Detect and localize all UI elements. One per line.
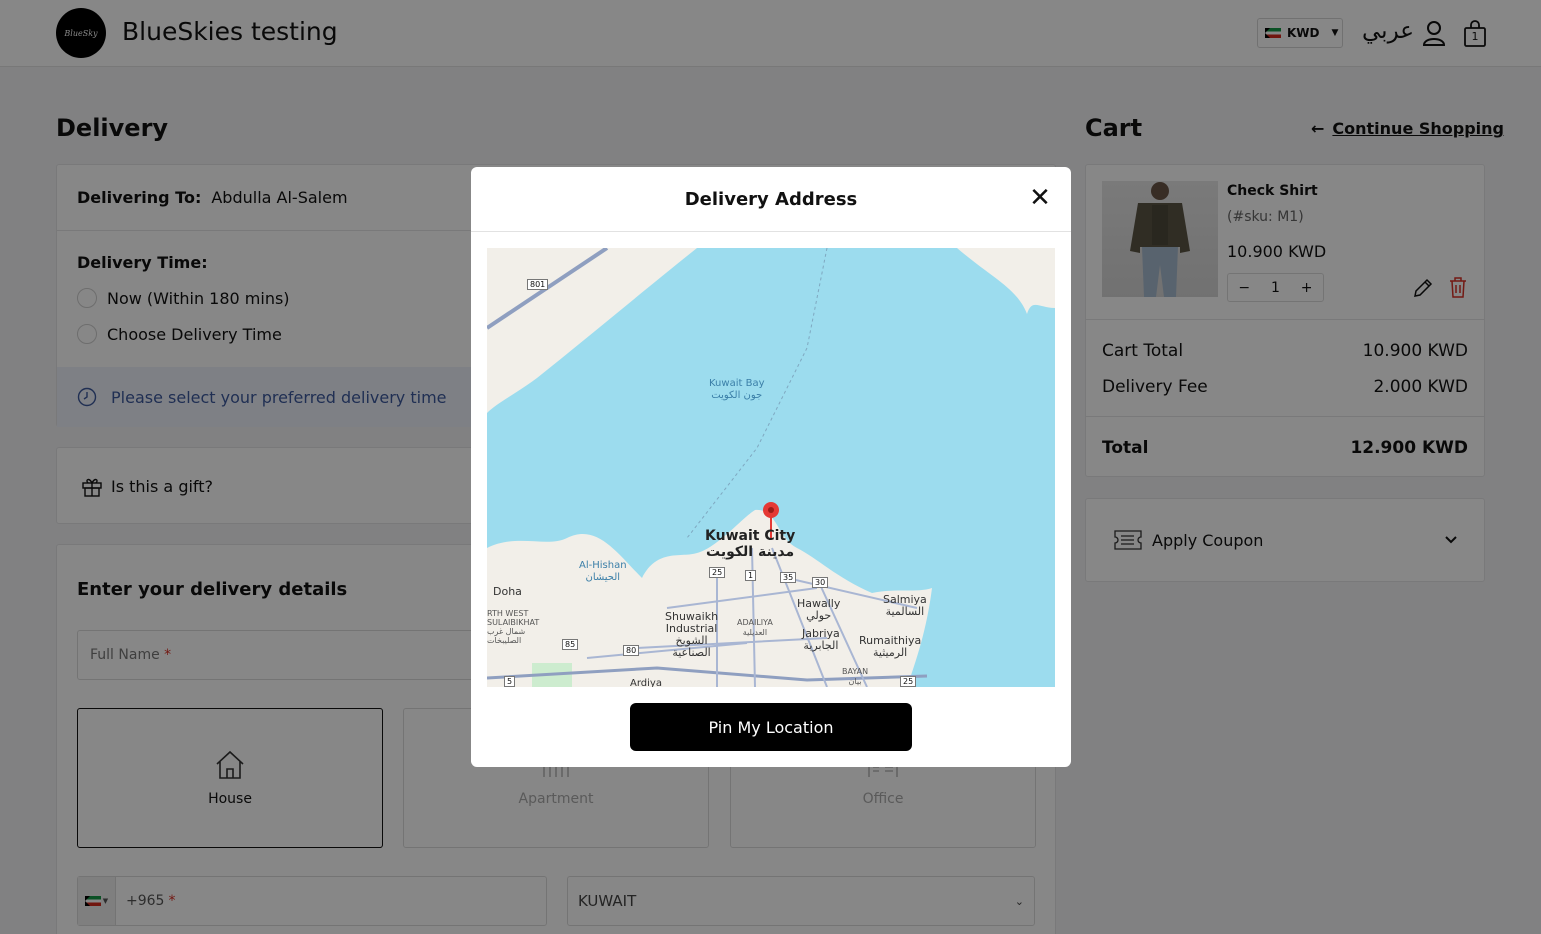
kuwait-city-en: Kuwait City xyxy=(705,528,796,544)
rumaithiya-ar: الرميثية xyxy=(873,646,908,659)
map-label-bayan: BAYAN بيان xyxy=(842,667,868,687)
road-shield-801: 801 xyxy=(527,279,549,290)
adailiya-en: ADAILIYA xyxy=(737,618,773,627)
map-label-hawally: Hawally حولي xyxy=(797,598,840,622)
map-land-north xyxy=(487,248,697,413)
al-hishan-ar: الحيشان xyxy=(585,572,621,583)
al-hishan-en: Al-Hishan xyxy=(579,560,627,571)
road-shield-35: 35 xyxy=(780,572,797,583)
map-label-kuwait-bay: Kuwait Bay جون الكويت xyxy=(709,378,765,402)
north-west-line-1: RTH WEST xyxy=(487,609,529,618)
bayan-ar: بيان xyxy=(848,677,862,686)
north-west-line-2: SULAIBIKHAT xyxy=(487,618,540,627)
bayan-en: BAYAN xyxy=(842,667,869,676)
map-label-ardiya: Ardiya xyxy=(630,678,662,687)
road-shield-5: 5 xyxy=(504,676,516,687)
close-icon[interactable]: ✕ xyxy=(1025,183,1055,213)
kuwait-city-ar: مدينة الكويت xyxy=(706,544,795,560)
road-shield-30: 30 xyxy=(812,577,829,588)
map-label-north-west-sulaibikhat: RTH WEST SULAIBIKHAT شمال غرب الصليبخات xyxy=(487,609,539,645)
map-label-shuwaikh: Shuwaikh Industrial الشويخ الصناعية xyxy=(665,611,718,659)
shuwaikh-line-4: الصناعية xyxy=(672,646,711,659)
road-shield-25-south: 25 xyxy=(900,676,917,687)
map-land-northeast xyxy=(957,248,1055,314)
road-shield-25: 25 xyxy=(709,567,726,578)
jabriya-ar: الجابرية xyxy=(803,639,839,652)
kuwait-bay-en: Kuwait Bay xyxy=(709,378,765,389)
modal-title: Delivery Address xyxy=(684,188,858,210)
map-pin-center xyxy=(768,507,774,513)
map-label-rumaithiya: Rumaithiya الرميثية xyxy=(859,635,921,659)
map-label-al-hishan: Al-Hishan الحيشان xyxy=(579,560,627,584)
north-west-line-3: شمال غرب xyxy=(487,627,526,636)
hawally-ar: حولي xyxy=(806,609,832,622)
map-view[interactable]: Kuwait Bay جون الكويت Kuwait City مدينة … xyxy=(487,248,1055,687)
north-west-line-4: الصليبخات xyxy=(487,636,522,645)
modal-header: Delivery Address ✕ xyxy=(471,167,1071,232)
delivery-address-modal: Delivery Address ✕ Kuwait Bay جون الكويت xyxy=(471,167,1071,767)
map-label-salmiya: Salmiya السالمية xyxy=(883,594,927,618)
map-label-jabriya: Jabriya الجابرية xyxy=(802,628,840,652)
map-label-doha: Doha xyxy=(493,585,522,598)
adailiya-ar: العديلية xyxy=(742,628,768,637)
road-shield-1: 1 xyxy=(745,570,757,581)
map-label-kuwait-city: Kuwait City مدينة الكويت xyxy=(705,528,795,560)
salmiya-ar: السالمية xyxy=(885,605,925,618)
map-label-adailiya: ADAILIYA العديلية xyxy=(737,618,773,638)
kuwait-bay-ar: جون الكويت xyxy=(711,390,763,401)
road-shield-80: 80 xyxy=(623,645,640,656)
pin-my-location-button[interactable]: Pin My Location xyxy=(630,703,912,751)
road-shield-85: 85 xyxy=(562,639,579,650)
